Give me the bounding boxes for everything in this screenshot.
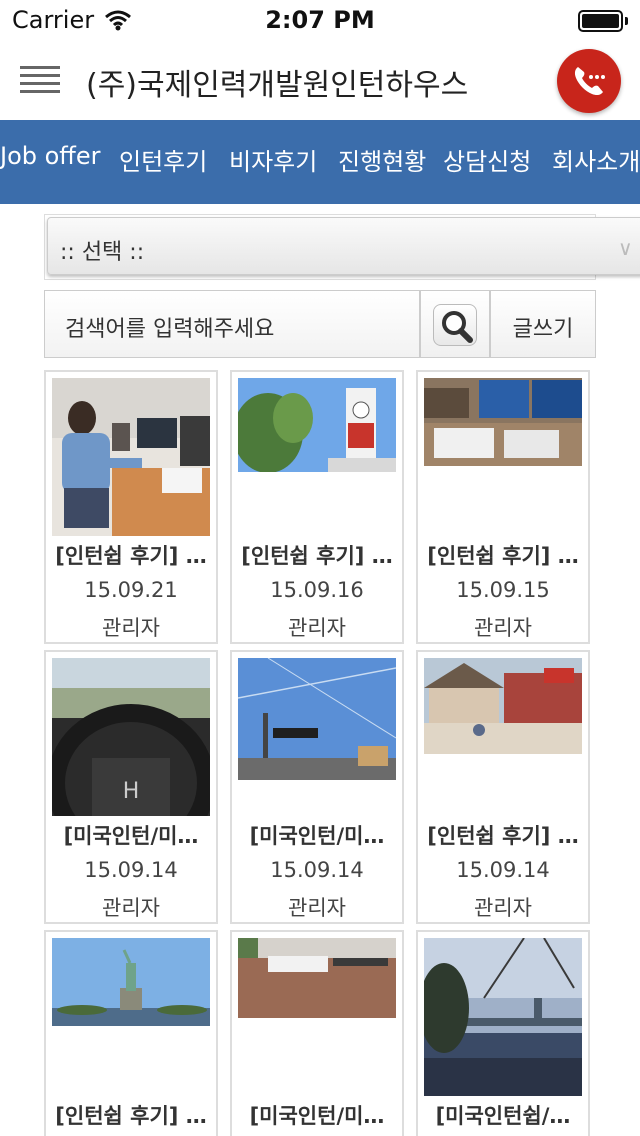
post-title: [인턴쉽 후기] … (55, 1104, 207, 1128)
statue-of-liberty-photo (52, 938, 210, 1026)
office-desk-photo (52, 378, 210, 536)
post-title: [미국인턴/미… (63, 824, 199, 848)
clock-tower-photo (238, 378, 396, 472)
tab-progress[interactable]: 진행현황 (338, 142, 426, 177)
car-steering-wheel-photo: H (52, 658, 210, 816)
office-monitors-photo (424, 378, 582, 466)
post-date: 15.09.15 (456, 578, 550, 602)
post-card[interactable]: [인턴쉽 후기] … 15.09.16 관리자 (230, 370, 404, 644)
post-title: [인턴쉽 후기] … (241, 544, 393, 568)
write-button-label: 글쓰기 (512, 317, 574, 342)
app-header: (주)국제인력개발원인턴하우스 (0, 40, 640, 120)
post-date: 15.09.21 (84, 578, 178, 602)
los-angeles-sign-photo (238, 658, 396, 780)
app-title: (주)국제인력개발원인턴하우스 (86, 68, 469, 103)
post-card[interactable]: [인턴쉽 후기] … (44, 930, 218, 1136)
post-card[interactable]: [인턴쉽 후기] … 15.09.21 관리자 (44, 370, 218, 644)
post-date: 15.09.14 (456, 858, 550, 882)
category-select-value: :: 선택 :: (60, 240, 145, 265)
post-author: 관리자 (474, 896, 532, 920)
post-card[interactable]: H [미국인턴/미… 15.09.14 관리자 (44, 650, 218, 924)
post-date: 15.09.14 (84, 858, 178, 882)
call-button[interactable] (557, 49, 621, 113)
post-card[interactable]: [미국인턴쉽/… (416, 930, 590, 1136)
post-title: [인턴쉽 후기] … (427, 544, 579, 568)
post-date: 15.09.14 (270, 858, 364, 882)
svg-text:H: H (123, 779, 140, 804)
search-input[interactable]: 검색어를 입력해주세요 (44, 290, 420, 358)
tab-intern-reviews[interactable]: 인턴후기 (119, 142, 207, 177)
post-date: 15.09.16 (270, 578, 364, 602)
search-icon (442, 311, 473, 343)
post-author: 관리자 (102, 896, 160, 920)
tab-job-offer[interactable]: Job offer (0, 142, 100, 170)
post-title: [인턴쉽 후기] … (427, 824, 579, 848)
post-card[interactable]: [인턴쉽 후기] … 15.09.14 관리자 (416, 650, 590, 924)
search-button[interactable] (420, 290, 490, 358)
phone-icon (574, 67, 605, 96)
post-author: 관리자 (102, 616, 160, 640)
tab-consultation[interactable]: 상담신청 (443, 142, 531, 177)
search-placeholder: 검색어를 입력해주세요 (65, 317, 275, 342)
clock: 2:07 PM (265, 6, 375, 34)
post-title: [미국인턴/미… (249, 1104, 385, 1128)
write-button[interactable]: 글쓰기 (490, 290, 596, 358)
status-bar: Carrier 2:07 PM (0, 0, 640, 40)
post-title: [미국인턴쉽/… (435, 1104, 571, 1128)
post-author: 관리자 (288, 896, 346, 920)
bridge-river-photo (424, 938, 582, 1096)
search-bar: 검색어를 입력해주세요 글쓰기 (44, 290, 596, 358)
post-title: [미국인턴/미… (249, 824, 385, 848)
post-author: 관리자 (474, 616, 532, 640)
street-village-photo (424, 658, 582, 754)
category-select[interactable]: :: 선택 :: ∨ (47, 217, 640, 275)
tab-visa-reviews[interactable]: 비자후기 (229, 142, 317, 177)
battery-icon (578, 10, 628, 32)
post-title: [인턴쉽 후기] … (55, 544, 207, 568)
menu-icon[interactable] (20, 66, 60, 94)
post-card[interactable]: [미국인턴/미… (230, 930, 404, 1136)
category-nav: Job offer 인턴후기 비자후기 진행현황 상담신청 회사소개 (0, 120, 640, 204)
post-author: 관리자 (288, 616, 346, 640)
chevron-down-icon: ∨ (618, 236, 633, 260)
tab-company-info[interactable]: 회사소개 (552, 142, 640, 177)
post-card[interactable]: [인턴쉽 후기] … 15.09.15 관리자 (416, 370, 590, 644)
post-card[interactable]: [미국인턴/미… 15.09.14 관리자 (230, 650, 404, 924)
building-wall-photo (238, 938, 396, 1018)
category-filter: :: 선택 :: ∨ (44, 214, 640, 280)
